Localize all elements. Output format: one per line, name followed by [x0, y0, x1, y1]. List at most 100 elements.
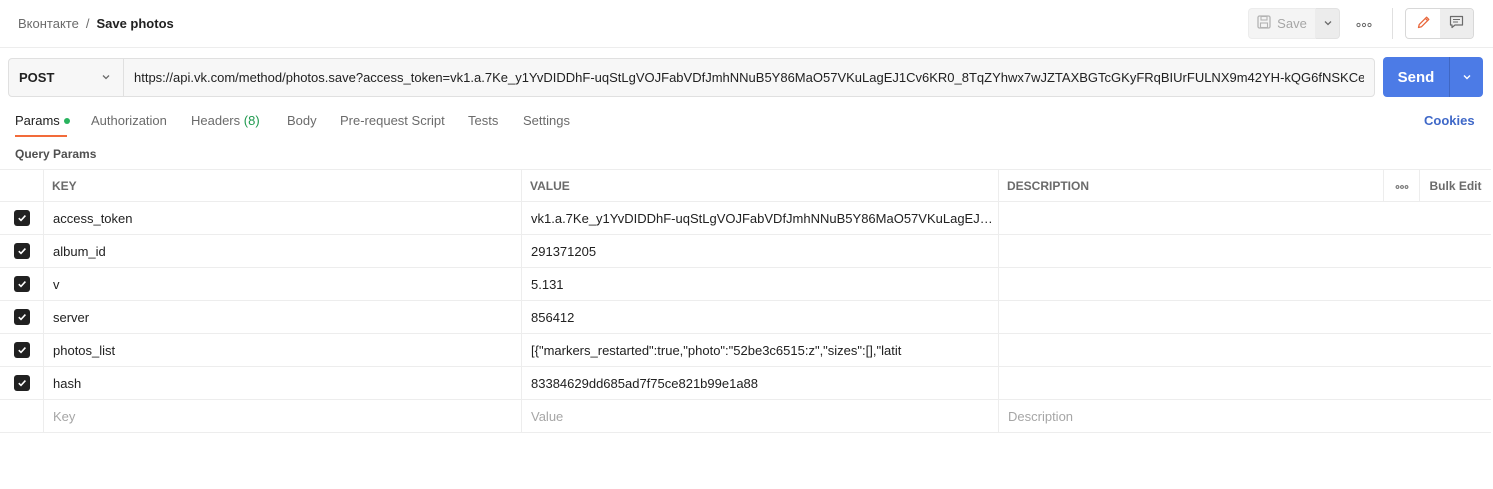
param-key-cell[interactable]: photos_list	[44, 334, 522, 366]
table-row: server 856412	[0, 301, 1491, 334]
param-value-cell[interactable]: 5.131	[522, 268, 999, 300]
param-key-cell[interactable]: hash	[44, 367, 522, 399]
param-value-cell[interactable]: vk1.a.7Ke_y1YvDIDDhF-uqStLgVOJFabVDfJmhN…	[522, 202, 999, 234]
param-description-cell[interactable]	[999, 202, 1491, 234]
new-key-input[interactable]	[53, 408, 521, 424]
param-key: access_token	[53, 210, 133, 226]
param-description-cell[interactable]	[999, 334, 1491, 366]
new-description-input[interactable]	[1008, 408, 1491, 424]
param-enabled-checkbox[interactable]	[13, 375, 30, 391]
comments-mode-button[interactable]	[1440, 9, 1473, 38]
method-select[interactable]: POST	[9, 59, 124, 96]
save-options-button[interactable]	[1316, 8, 1340, 39]
bulk-edit-button[interactable]: Bulk Edit	[1420, 170, 1491, 201]
ellipsis-icon	[1356, 16, 1372, 31]
active-tab-indicator	[15, 135, 67, 137]
param-check-cell	[0, 367, 44, 399]
param-value-cell[interactable]: 83384629dd685ad7f75ce821b99e1a88	[522, 367, 999, 399]
table-header-row: KEY VALUE DESCRIPTION Bulk Edit	[0, 169, 1491, 202]
comment-icon	[1449, 15, 1464, 32]
param-enabled-checkbox[interactable]	[13, 309, 30, 325]
chevron-down-icon	[1323, 16, 1333, 31]
checkmark-icon	[17, 314, 26, 321]
param-check-cell	[0, 202, 44, 234]
param-key-cell[interactable]: album_id	[44, 235, 522, 267]
query-params-table: KEY VALUE DESCRIPTION Bulk Edit access_t…	[0, 169, 1491, 433]
tab-settings[interactable]: Settings	[523, 113, 570, 128]
tab-headers[interactable]: Headers (8)	[191, 113, 260, 128]
cookies-link[interactable]: Cookies	[1424, 113, 1475, 128]
tab-authorization[interactable]: Authorization	[91, 113, 167, 128]
new-value-input[interactable]	[531, 408, 994, 424]
url-bar: POST	[8, 58, 1375, 97]
param-description-cell[interactable]	[999, 268, 1491, 300]
param-key-cell[interactable]: server	[44, 301, 522, 333]
tab-body[interactable]: Body	[287, 113, 317, 128]
send-button[interactable]: Send	[1383, 57, 1449, 97]
edit-mode-button[interactable]	[1406, 9, 1440, 38]
floppy-disk-icon	[1257, 15, 1271, 32]
tab-label: Authorization	[91, 113, 167, 128]
column-header-key: KEY	[44, 170, 522, 201]
tab-label: Params	[15, 113, 60, 128]
tab-tests[interactable]: Tests	[468, 113, 498, 128]
param-value: 5.131	[531, 276, 564, 292]
breadcrumb-request-name[interactable]: Save photos	[96, 16, 173, 31]
ellipsis-icon	[1395, 179, 1409, 193]
checkmark-icon	[17, 215, 26, 222]
breadcrumb-separator: /	[85, 16, 90, 31]
breadcrumb: Вконтакте / Save photos	[18, 16, 174, 31]
save-label: Save	[1277, 16, 1307, 31]
param-value-cell[interactable]: 856412	[522, 301, 999, 333]
request-header: Вконтакте / Save photos Save	[0, 0, 1493, 48]
param-description-cell[interactable]	[999, 367, 1491, 399]
param-description-cell[interactable]	[999, 235, 1491, 267]
save-group: Save	[1248, 8, 1340, 39]
tab-label: Body	[287, 113, 317, 128]
table-row: v 5.131	[0, 268, 1491, 301]
param-key: album_id	[53, 243, 106, 259]
view-mode-toggle	[1405, 8, 1474, 39]
column-header-value: VALUE	[522, 170, 999, 201]
tab-label: Settings	[523, 113, 570, 128]
param-description-cell[interactable]	[999, 301, 1491, 333]
headers-count: (8)	[243, 113, 260, 128]
save-button[interactable]: Save	[1248, 8, 1316, 39]
tab-params[interactable]: Params	[15, 113, 70, 128]
url-input[interactable]	[124, 59, 1374, 96]
tab-label: Headers	[191, 113, 241, 128]
more-actions-button[interactable]	[1352, 13, 1376, 33]
column-options-button[interactable]	[1384, 170, 1420, 201]
param-value-cell[interactable]: [{"markers_restarted":true,"photo":"52be…	[522, 334, 999, 366]
param-key-cell[interactable]: v	[44, 268, 522, 300]
breadcrumb-collection[interactable]: Вконтакте	[18, 16, 79, 31]
param-value: 83384629dd685ad7f75ce821b99e1a88	[531, 375, 759, 391]
param-enabled-checkbox[interactable]	[13, 243, 30, 259]
param-value: 856412	[531, 309, 575, 325]
param-key-cell[interactable]: access_token	[44, 202, 522, 234]
new-row-check-cell	[0, 400, 44, 432]
params-active-dot	[63, 117, 70, 124]
send-group: Send	[1383, 57, 1483, 97]
checkmark-icon	[17, 347, 26, 354]
param-key: hash	[53, 375, 82, 391]
param-key: v	[53, 276, 60, 292]
table-row: album_id 291371205	[0, 235, 1491, 268]
send-options-button[interactable]	[1449, 57, 1483, 97]
tab-label: Tests	[468, 113, 499, 128]
param-enabled-checkbox[interactable]	[13, 276, 30, 292]
param-enabled-checkbox[interactable]	[13, 342, 30, 358]
param-value: 291371205	[531, 243, 597, 259]
chevron-down-icon	[1462, 70, 1472, 85]
param-value-cell[interactable]: 291371205	[522, 235, 999, 267]
param-value: vk1.a.7Ke_y1YvDIDDhF-uqStLgVOJFabVDfJmhN…	[531, 210, 994, 226]
param-check-cell	[0, 235, 44, 267]
tab-pre-request-script[interactable]: Pre-request Script	[340, 113, 445, 128]
pencil-icon	[1416, 15, 1431, 33]
checkmark-icon	[17, 248, 26, 255]
param-check-cell	[0, 268, 44, 300]
table-row: hash 83384629dd685ad7f75ce821b99e1a88	[0, 367, 1491, 400]
param-enabled-checkbox[interactable]	[13, 210, 30, 226]
new-description-cell	[999, 400, 1491, 432]
new-param-row	[0, 400, 1491, 433]
